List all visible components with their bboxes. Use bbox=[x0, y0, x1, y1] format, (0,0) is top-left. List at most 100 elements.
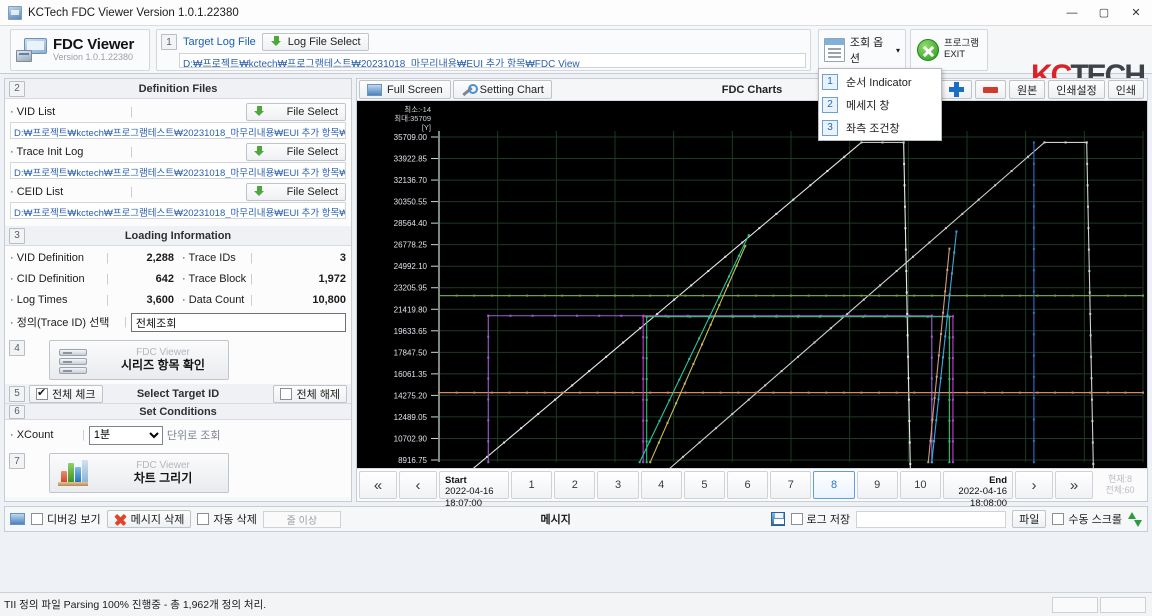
checkbox-icon bbox=[280, 387, 293, 400]
data-count-value: 10,800 bbox=[312, 293, 346, 306]
series-check-section: 4 FDC Viewer 시리즈 항목 확인 bbox=[5, 338, 351, 384]
zoom-in-button[interactable] bbox=[941, 80, 973, 99]
dropdown-num-3: 3 bbox=[822, 119, 838, 136]
log-file-select-button[interactable]: Log File Select bbox=[261, 33, 369, 51]
draw-chart-section: 7 FDC Viewer 차트 그리기 bbox=[5, 451, 351, 497]
original-size-button[interactable]: 원본 bbox=[1009, 80, 1046, 99]
print-button[interactable]: 인쇄 bbox=[1107, 80, 1144, 99]
chart-toolbar: Full Screen Setting Chart FDC Charts Cap… bbox=[357, 79, 1147, 101]
table-row: · VID Definition | 2,288 · Trace IDs | 3 bbox=[10, 251, 346, 264]
nav-start-caption: Start bbox=[445, 475, 467, 486]
vid-list-label: · VID List bbox=[10, 105, 56, 118]
nav-next-button[interactable]: › bbox=[1015, 471, 1054, 499]
svg-text:16061.35: 16061.35 bbox=[394, 370, 428, 379]
nav-page-2[interactable]: 2 bbox=[554, 471, 596, 499]
close-button[interactable]: ✕ bbox=[1120, 0, 1152, 26]
full-screen-label: Full Screen bbox=[387, 83, 443, 96]
trace-id-select-input[interactable]: 전체조회 bbox=[130, 312, 346, 332]
nav-last-button[interactable]: » bbox=[1055, 471, 1094, 499]
trace-init-log-path[interactable]: D:₩프로젝트₩kctech₩프로그램테스트₩20231018_마무리내용₩EU… bbox=[10, 162, 346, 179]
log-file-select-label: Log File Select bbox=[287, 36, 361, 48]
document-icon bbox=[824, 38, 845, 62]
nav-start-range[interactable]: Start 2022-04-16 18:07:00 bbox=[439, 471, 509, 509]
nav-page-9[interactable]: 9 bbox=[856, 471, 898, 499]
dropdown-label-3: 좌측 조건창 bbox=[846, 122, 900, 135]
chart-plot-area[interactable]: 최소:-14 최대:35709 [Y] 35709.00 33922.85 32136.7… bbox=[357, 101, 1147, 468]
nav-counter-total: 전체:60 bbox=[1105, 485, 1135, 495]
nav-page-1[interactable]: 1 bbox=[511, 471, 553, 499]
query-options-panel[interactable]: 조회 옵션 ▾ bbox=[818, 29, 906, 71]
trace-id-select-label: · 정의(Trace ID) 선택 bbox=[10, 317, 110, 329]
status-cell bbox=[1052, 596, 1098, 613]
trace-init-log-file-select-button[interactable]: File Select bbox=[246, 142, 346, 161]
vid-list-row: · VID List | File Select bbox=[10, 102, 346, 121]
checkbox-icon bbox=[36, 386, 48, 400]
target-log-file-path[interactable]: D:₩프로젝트₩kctech₩프로그램테스트₩20231018_마무리내용₩EU… bbox=[179, 53, 806, 68]
line-limit-input[interactable]: 줄 이상 bbox=[262, 510, 341, 528]
check-all-button[interactable]: 전체 체크 bbox=[29, 384, 103, 403]
ceid-list-file-select-button[interactable]: File Select bbox=[246, 182, 346, 201]
xcount-select[interactable]: 1분5분10분30분1시간 bbox=[88, 425, 163, 445]
full-screen-button[interactable]: Full Screen bbox=[359, 80, 451, 99]
definition-files-body: · VID List | File Select D:₩프로젝트₩kctech₩… bbox=[5, 99, 351, 226]
nav-page-10[interactable]: 10 bbox=[899, 471, 942, 499]
vid-list-path[interactable]: D:₩프로젝트₩kctech₩프로그램테스트₩20231018_마무리내용₩EU… bbox=[10, 122, 346, 139]
dropdown-item-left-condition-panel[interactable]: 3 좌측 조건창 bbox=[819, 116, 941, 139]
nav-end-range[interactable]: End 2022-04-16 18:08:00 bbox=[943, 471, 1014, 509]
svg-text:26778.25: 26778.25 bbox=[394, 241, 428, 250]
nav-first-button[interactable]: « bbox=[359, 471, 397, 499]
dropdown-label-1: 순서 Indicator bbox=[846, 76, 912, 89]
setting-chart-button[interactable]: Setting Chart bbox=[452, 80, 552, 99]
target-log-file-panel: 1 Target Log File Log File Select D:₩프로젝… bbox=[156, 29, 811, 71]
data-count-label: · Data Count bbox=[182, 293, 245, 306]
step-badge-5: 5 bbox=[9, 385, 25, 402]
trace-init-file-select-label: File Select bbox=[286, 145, 338, 158]
delete-message-button[interactable]: 메시지 삭제 bbox=[106, 510, 192, 528]
ceid-list-path[interactable]: D:₩프로젝트₩kctech₩프로그램테스트₩20231018_마무리내용₩EU… bbox=[10, 202, 346, 219]
log-save-checkbox[interactable]: 로그 저장 bbox=[790, 511, 850, 527]
minimize-button[interactable]: — bbox=[1056, 0, 1088, 26]
empty-area bbox=[0, 532, 1152, 592]
svg-text:최소:-14: 최소:-14 bbox=[404, 104, 431, 114]
vid-list-file-select-button[interactable]: File Select bbox=[246, 102, 346, 121]
uncheck-all-button[interactable]: 전체 해제 bbox=[273, 384, 347, 403]
dropdown-item-message-window[interactable]: 2 메세지 창 bbox=[819, 93, 941, 116]
query-options-dropdown[interactable]: 1 순서 Indicator 2 메세지 창 3 좌측 조건창 bbox=[818, 68, 942, 141]
trace-block-label: · Trace Block bbox=[182, 272, 247, 285]
query-options-button[interactable]: 조회 옵션 ▾ bbox=[819, 30, 905, 70]
checkbox-icon bbox=[790, 513, 803, 525]
auto-delete-checkbox[interactable]: 자동 삭제 bbox=[197, 511, 257, 527]
bar-chart-icon bbox=[56, 459, 90, 487]
debug-view-label: 디버깅 보기 bbox=[47, 514, 101, 526]
dropdown-num-1: 1 bbox=[822, 73, 838, 90]
status-bar-cells bbox=[1052, 596, 1152, 613]
svg-text:35709.00: 35709.00 bbox=[394, 133, 428, 142]
message-bar: 디버깅 보기 메시지 삭제 자동 삭제 줄 이상 메시지 로그 저장 파일 수동… bbox=[4, 506, 1148, 532]
log-path-input[interactable] bbox=[856, 510, 1007, 528]
loading-information-title: Loading Information bbox=[124, 229, 232, 242]
debug-view-checkbox[interactable]: 디버깅 보기 bbox=[31, 511, 101, 527]
print-setup-button[interactable]: 인쇄설정 bbox=[1048, 80, 1105, 99]
nav-page-8[interactable]: 8 bbox=[813, 471, 855, 499]
scroll-updown-icon[interactable] bbox=[1128, 511, 1142, 527]
manual-scroll-checkbox[interactable]: 수동 스크롤 bbox=[1052, 511, 1122, 527]
program-exit-button[interactable]: 프로그램 EXIT bbox=[910, 29, 988, 71]
xcount-label: · XCount bbox=[10, 429, 54, 441]
draw-chart-button[interactable]: FDC Viewer 차트 그리기 bbox=[49, 453, 229, 493]
series-item-check-button[interactable]: FDC Viewer 시리즈 항목 확인 bbox=[49, 340, 229, 380]
step-badge-1: 1 bbox=[161, 34, 177, 50]
file-button[interactable]: 파일 bbox=[1012, 510, 1047, 528]
logo-title: FDC Viewer bbox=[53, 36, 135, 54]
dropdown-item-order-indicator[interactable]: 1 순서 Indicator bbox=[819, 70, 941, 93]
nav-page-5[interactable]: 5 bbox=[683, 471, 726, 499]
nav-page-4[interactable]: 4 bbox=[640, 471, 682, 499]
nav-page-6[interactable]: 6 bbox=[727, 471, 769, 499]
app-header: FDC Viewer Version 1.0.1.22380 1 Target … bbox=[0, 26, 1152, 92]
server-icon bbox=[56, 346, 90, 374]
nav-page-3[interactable]: 3 bbox=[597, 471, 639, 499]
nav-prev-button[interactable]: ‹ bbox=[399, 471, 437, 499]
maximize-button[interactable]: ▢ bbox=[1088, 0, 1120, 26]
zoom-out-button[interactable] bbox=[975, 80, 1007, 99]
nav-page-7[interactable]: 7 bbox=[770, 471, 812, 499]
download-icon bbox=[253, 185, 282, 198]
